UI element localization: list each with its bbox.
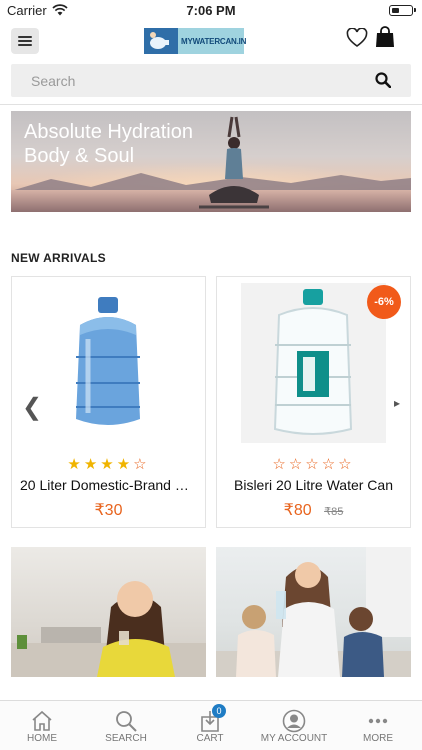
more-icon [368, 718, 388, 724]
star-empty-icon: ☆ [338, 456, 355, 473]
carousel-prev-icon[interactable]: ❮ [22, 393, 42, 422]
home-icon [32, 710, 52, 731]
banner-headline: Absolute Hydration Body & Soul [24, 120, 193, 168]
original-price: ₹85 [324, 506, 344, 518]
star-filled-icon: ★ [100, 456, 117, 473]
product-price: ₹30 [94, 502, 123, 519]
star-filled-icon: ★ [83, 456, 101, 473]
product-price: ₹80 [283, 502, 312, 519]
tab-search[interactable]: SEARCH [84, 701, 168, 750]
product-name[interactable]: Bisleri 20 Litre Water Can [225, 477, 402, 493]
tab-home[interactable]: HOME [0, 701, 84, 750]
search-placeholder: Search [31, 73, 76, 89]
promo-image-woman-drinking[interactable] [11, 547, 206, 677]
star-empty-icon: ☆ [133, 456, 150, 473]
banner-line-2: Body & Soul [24, 145, 135, 167]
brand-logo[interactable]: MYWATERCAN.IN [144, 28, 247, 54]
account-icon [282, 709, 306, 733]
search-icon[interactable] [375, 72, 391, 88]
star-empty-icon: ☆ [272, 456, 289, 473]
search-icon [116, 711, 137, 732]
promo-image-family[interactable] [216, 547, 411, 677]
clock: 7:06 PM [186, 3, 236, 18]
carousel-next-icon[interactable]: ▸ [394, 396, 400, 410]
status-bar: Carrier 7:06 PM [0, 0, 422, 22]
tab-label: SEARCH [105, 733, 147, 744]
product-image[interactable] [241, 283, 386, 443]
tab-more[interactable]: MORE [336, 701, 420, 750]
header-divider [0, 104, 422, 105]
tab-label: MY ACCOUNT [260, 733, 328, 744]
star-empty-icon: ☆ [288, 456, 306, 473]
price-row: ₹30 [12, 500, 205, 520]
product-card[interactable]: -6% ☆☆☆☆☆ Bisleri 20 Litre Water Can ₹80… [216, 276, 411, 528]
rating-stars: ★★★★☆ [12, 455, 205, 473]
product-image[interactable] [36, 283, 181, 443]
logo-text: MYWATERCAN.IN [181, 36, 247, 46]
rating-stars: ☆☆☆☆☆ [217, 455, 410, 473]
discount-badge: -6% [367, 285, 401, 319]
battery-icon [389, 5, 416, 16]
price-row: ₹80 ₹85 [217, 500, 410, 520]
star-filled-icon: ★ [116, 456, 134, 473]
product-name[interactable]: 20 Liter Domestic-Brand Water Can [20, 477, 197, 493]
star-empty-icon: ☆ [321, 456, 339, 473]
tab-label: HOME [27, 733, 57, 744]
section-title: NEW ARRIVALS [11, 251, 106, 265]
star-filled-icon: ★ [67, 456, 84, 473]
wishlist-heart-icon[interactable] [346, 28, 368, 48]
cart-count-badge: 0 [212, 704, 226, 718]
logo-can-icon [144, 28, 178, 54]
tab-label: MORE [363, 733, 393, 744]
tab-label: CART [196, 733, 224, 744]
yoga-woman-graphic [199, 116, 269, 209]
bottom-tab-bar: HOME SEARCH 0 CART MY ACCOUNT MORE [0, 700, 422, 750]
menu-button[interactable] [11, 28, 39, 54]
star-empty-icon: ☆ [305, 456, 322, 473]
hero-banner[interactable]: Absolute Hydration Body & Soul [11, 111, 411, 212]
tab-my-account[interactable]: MY ACCOUNT [252, 701, 336, 750]
search-input[interactable]: Search [11, 64, 411, 97]
shopping-bag-icon[interactable] [375, 26, 395, 48]
banner-line-1: Absolute Hydration [24, 121, 193, 143]
tab-cart[interactable]: 0 CART [168, 701, 252, 750]
app-header: MYWATERCAN.IN [0, 22, 422, 60]
